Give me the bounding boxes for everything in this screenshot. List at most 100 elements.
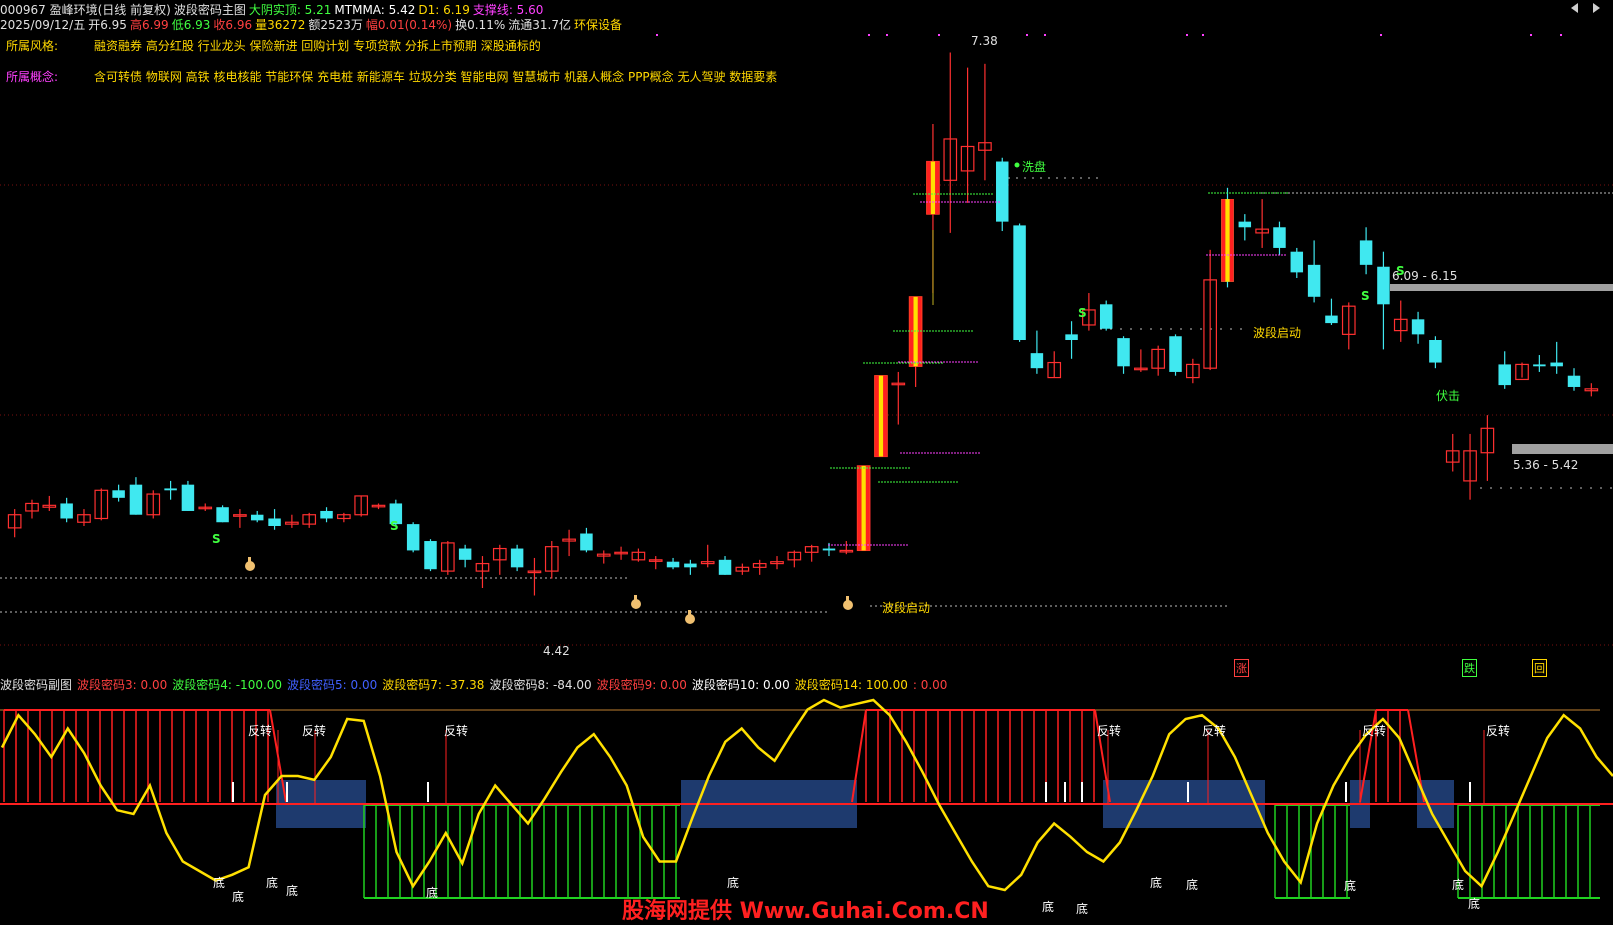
neutral-zone-block bbox=[681, 780, 857, 828]
reverse-label: 反转 bbox=[1097, 724, 1122, 738]
candle-body bbox=[112, 490, 125, 498]
candle-body bbox=[216, 507, 229, 523]
bearish-zone bbox=[1274, 804, 1350, 898]
watermark: 股海网提供 Www.Guhai.Com.CN bbox=[622, 899, 989, 924]
candle bbox=[371, 503, 386, 510]
zone-edge bbox=[269, 709, 287, 803]
band-bar-edge bbox=[865, 465, 870, 551]
candle-body bbox=[268, 518, 281, 526]
hand-finger bbox=[248, 557, 251, 563]
candle-body bbox=[1533, 364, 1546, 367]
neutral-zone-block bbox=[1350, 780, 1370, 828]
candle bbox=[354, 495, 369, 517]
candle bbox=[1169, 334, 1182, 376]
candle bbox=[1238, 214, 1252, 241]
neutral-zone-block bbox=[1103, 780, 1265, 828]
candle-body bbox=[1099, 304, 1113, 329]
candle bbox=[666, 557, 680, 570]
candle bbox=[268, 509, 281, 530]
band-bar-edge bbox=[857, 465, 862, 551]
candle bbox=[1273, 221, 1286, 256]
candle bbox=[440, 541, 455, 575]
s-mark-3: S bbox=[1078, 306, 1087, 320]
rise-marker: 涨 bbox=[1234, 659, 1249, 677]
bullish-zone bbox=[865, 709, 1095, 802]
candle bbox=[544, 541, 559, 579]
candle bbox=[1550, 341, 1563, 374]
bearish-zone bbox=[1457, 804, 1600, 898]
candle-body bbox=[718, 559, 732, 575]
candle bbox=[164, 480, 177, 500]
neutral-zone-block bbox=[1417, 780, 1454, 828]
band-start-label-1: 波段启动 bbox=[882, 601, 931, 615]
candle bbox=[250, 510, 264, 523]
marker-dot bbox=[1530, 34, 1532, 36]
candle-body bbox=[510, 548, 524, 568]
candle bbox=[7, 509, 22, 538]
candle-body bbox=[1307, 264, 1321, 297]
candle bbox=[1584, 383, 1599, 397]
candle bbox=[1325, 298, 1338, 325]
candle-body bbox=[181, 484, 195, 511]
bottom-label: 底 bbox=[1076, 902, 1089, 916]
neutral-zone-block bbox=[276, 780, 366, 828]
reverse-label: 反转 bbox=[444, 724, 469, 738]
candle bbox=[684, 559, 697, 575]
candle bbox=[1359, 227, 1373, 275]
candle bbox=[112, 484, 125, 502]
candle bbox=[77, 509, 91, 526]
candle bbox=[60, 497, 73, 523]
candle bbox=[216, 505, 229, 523]
candle bbox=[718, 556, 732, 575]
candle bbox=[1377, 251, 1390, 350]
candle-body bbox=[1065, 334, 1078, 340]
candle-body bbox=[1567, 375, 1581, 387]
candle-body bbox=[129, 484, 143, 515]
candle bbox=[1411, 311, 1425, 344]
band-start-bar bbox=[909, 296, 922, 367]
candle bbox=[752, 559, 767, 575]
candle-body bbox=[996, 161, 1009, 222]
candle-body bbox=[424, 541, 437, 570]
bottom-label: 底 bbox=[1186, 878, 1199, 892]
candle bbox=[891, 371, 906, 425]
bottom-label: 底 bbox=[1452, 878, 1465, 892]
band-bar-edge bbox=[917, 296, 922, 367]
candle bbox=[492, 544, 507, 575]
candle-body bbox=[1013, 225, 1026, 340]
range-bottom-label: 5.36 - 5.42 bbox=[1513, 458, 1579, 472]
bullish-zone bbox=[3, 709, 270, 802]
candle bbox=[285, 514, 299, 528]
band-bar-edge bbox=[926, 161, 931, 215]
candle bbox=[1307, 240, 1321, 303]
bottom-label: 底 bbox=[1042, 900, 1055, 914]
candle bbox=[1047, 351, 1062, 379]
band-bar-edge bbox=[874, 375, 879, 457]
main-candlestick-chart[interactable] bbox=[0, 0, 1613, 670]
reverse-label: 反转 bbox=[1362, 724, 1387, 738]
hand-pointer-icon bbox=[843, 596, 853, 610]
candle bbox=[475, 556, 490, 588]
candle bbox=[406, 522, 420, 553]
band-bar-edge bbox=[1229, 199, 1234, 282]
sub-indicator-value: 波段密码8: -84.00 bbox=[489, 678, 592, 692]
zone-edge bbox=[851, 709, 867, 803]
candle bbox=[614, 546, 628, 560]
candle bbox=[129, 477, 143, 515]
s-mark-4: S bbox=[1361, 289, 1370, 303]
candle-body bbox=[1429, 340, 1442, 363]
candle-body bbox=[1498, 364, 1511, 386]
candle-body bbox=[1550, 362, 1563, 367]
candle bbox=[1445, 433, 1460, 472]
sub-indicator-value: 波段密码5: 0.00 bbox=[287, 678, 378, 692]
candle bbox=[337, 512, 351, 523]
candle-body bbox=[822, 548, 836, 551]
candle bbox=[787, 550, 802, 568]
bottom-label: 底 bbox=[232, 890, 245, 904]
band-start-bar bbox=[926, 161, 940, 215]
sub-chart-header: 波段密码副图 波段密码3: 0.00 波段密码4: -100.00 波段密码5: 0.… bbox=[0, 676, 952, 693]
band-bar-edge bbox=[883, 375, 888, 457]
candle-body bbox=[684, 563, 697, 568]
s-mark-1: S bbox=[212, 532, 221, 546]
zone-edge bbox=[1407, 709, 1425, 803]
